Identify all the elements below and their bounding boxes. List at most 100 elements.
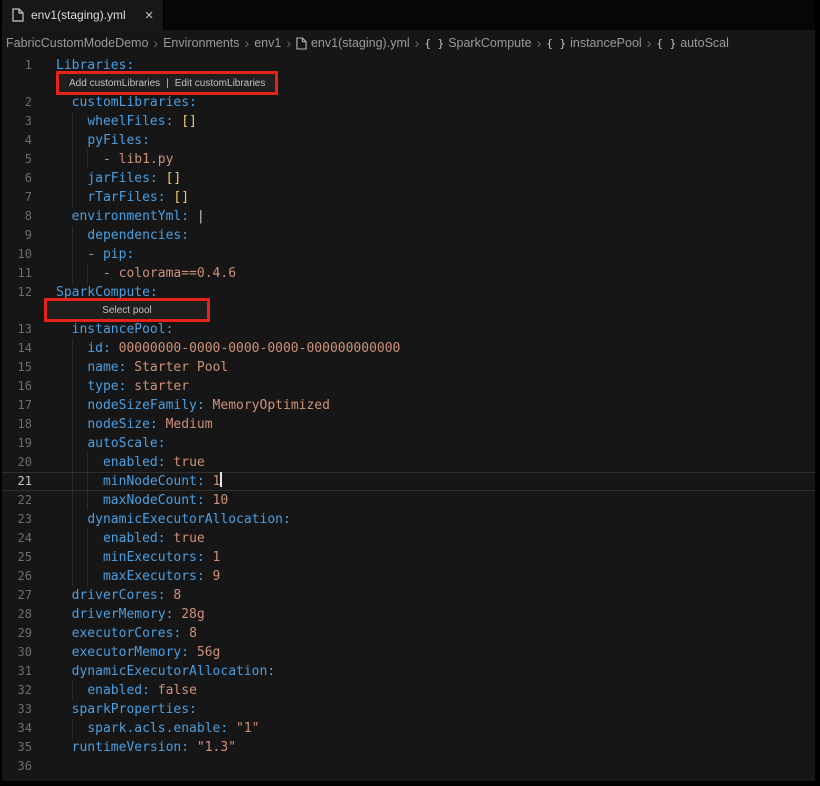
line-number: 4 xyxy=(24,133,32,147)
token-val: 8 xyxy=(173,588,182,603)
code-text[interactable]: enabled: true xyxy=(56,529,205,548)
indent-guide xyxy=(71,112,73,131)
breadcrumb-item-autoscal[interactable]: { } autoScal xyxy=(656,36,729,50)
editor[interactable]: 1 Libraries: Add customLibraries | Edit cust… xyxy=(2,56,815,781)
codelens-row: Add customLibraries | Edit customLibraries xyxy=(2,71,815,95)
code-text[interactable]: dynamicExecutorAllocation: xyxy=(56,510,291,529)
breadcrumb-separator: › xyxy=(536,35,542,51)
code-text[interactable]: enabled: true xyxy=(56,453,205,472)
code-text[interactable]: dynamicExecutorAllocation: xyxy=(56,662,276,681)
code-text[interactable]: rTarFiles: [] xyxy=(56,188,189,207)
breadcrumb: FabricCustomModeDemo › Environments › env1 › e… xyxy=(2,30,815,56)
code-line: 3 wheelFiles: [] xyxy=(2,112,815,131)
breadcrumb-label: env1 xyxy=(254,36,282,50)
indent-guide xyxy=(71,131,73,150)
code-text[interactable]: customLibraries: xyxy=(56,93,197,112)
token-key: nodeSizeFamily: xyxy=(87,398,205,413)
codelens-link-select-pool[interactable]: Select pool xyxy=(102,301,151,320)
token-key: name: xyxy=(87,360,127,375)
code-text[interactable]: - pip: xyxy=(56,245,134,264)
braces-icon: { } xyxy=(546,36,567,50)
breadcrumb-item-instancepool[interactable]: { } instancePool xyxy=(546,36,641,50)
line-number: 5 xyxy=(24,152,32,166)
indent-guide xyxy=(71,719,73,738)
token-key: enabled: xyxy=(102,531,166,546)
code-text[interactable]: wheelFiles: [] xyxy=(56,112,197,131)
line-number: 36 xyxy=(17,759,32,773)
breadcrumb-label: Environments xyxy=(163,36,240,50)
token-key: enabled: xyxy=(102,455,166,470)
token-val: 9 xyxy=(212,569,221,584)
code-line: 8 environmentYml: | xyxy=(2,207,815,226)
codelens-link-add-customlibraries[interactable]: Add customLibraries xyxy=(69,74,160,93)
breadcrumb-item-environments[interactable]: Environments xyxy=(163,36,239,50)
line-number: 32 xyxy=(17,683,32,697)
code-text[interactable]: minNodeCount: 1 xyxy=(56,472,223,491)
indent-guide xyxy=(71,510,73,529)
indent-guide xyxy=(87,264,89,283)
token-key: nodeSize: xyxy=(87,417,158,432)
breadcrumb-item-sparkcompute[interactable]: { } SparkCompute xyxy=(424,36,531,50)
code-text[interactable]: autoScale: xyxy=(56,434,166,453)
code-text[interactable]: name: Starter Pool xyxy=(56,358,228,377)
code-text[interactable]: - colorama==0.4.6 xyxy=(56,264,236,283)
code-line: 13 instancePool: xyxy=(2,320,815,339)
code-line: 10 - pip: xyxy=(2,245,815,264)
code-text[interactable]: dependencies: xyxy=(56,226,189,245)
code-line: 9 dependencies: xyxy=(2,226,815,245)
code-line: 30 executorMemory: 56g xyxy=(2,643,815,662)
code-line: 4 pyFiles: xyxy=(2,131,815,150)
breadcrumb-item-env1[interactable]: env1 xyxy=(254,36,281,50)
code-line: 6 jarFiles: [] xyxy=(2,169,815,188)
indent-guide xyxy=(87,491,89,510)
code-text[interactable]: jarFiles: [] xyxy=(56,169,181,188)
code-line: 2 customLibraries: xyxy=(2,93,815,112)
indent-guide xyxy=(71,415,73,434)
code-text[interactable]: driverCores: 8 xyxy=(56,586,182,605)
code-text[interactable]: - lib1.py xyxy=(56,150,173,169)
code-text[interactable]: driverMemory: 28g xyxy=(56,605,205,624)
token-key: wheelFiles: xyxy=(87,114,174,129)
braces-icon: { } xyxy=(424,36,445,50)
indent-guide xyxy=(71,529,73,548)
codelens-link-edit-customlibraries[interactable]: Edit customLibraries xyxy=(175,74,266,93)
code-text[interactable]: enabled: false xyxy=(56,681,197,700)
line-number: 20 xyxy=(17,455,32,469)
code-text[interactable]: executorMemory: 56g xyxy=(56,643,221,662)
token-key: executorMemory: xyxy=(71,645,190,660)
indent-guide xyxy=(71,150,73,169)
code-text[interactable]: pyFiles: xyxy=(56,131,150,150)
line-number: 8 xyxy=(24,209,32,223)
token-val: 8 xyxy=(189,626,197,641)
breadcrumb-item-env1-staging-yml[interactable]: env1(staging).yml xyxy=(296,36,410,50)
code-text[interactable]: executorCores: 8 xyxy=(56,624,197,643)
token-key: spark.acls.enable: xyxy=(87,721,229,736)
token-key: runtimeVersion: xyxy=(71,740,190,755)
code-text[interactable]: runtimeVersion: "1.3" xyxy=(56,738,236,757)
code-text[interactable]: sparkProperties: xyxy=(56,700,197,719)
breadcrumb-label: autoScal xyxy=(680,36,729,50)
code-text[interactable]: instancePool: xyxy=(56,320,174,339)
code-text[interactable]: maxExecutors: 9 xyxy=(56,567,220,586)
code-line: 25 minExecutors: 1 xyxy=(2,548,815,567)
token-val: lib1.py xyxy=(118,152,174,167)
code-text[interactable]: maxNodeCount: 10 xyxy=(56,491,228,510)
breadcrumb-item-fabriccustommodedemo[interactable]: FabricCustomModeDemo xyxy=(6,36,148,50)
breadcrumb-separator: › xyxy=(244,35,250,51)
breadcrumb-separator: › xyxy=(646,35,652,51)
braces-icon: { } xyxy=(656,36,677,50)
tab-env1-staging-yml[interactable]: env1(staging).yml × xyxy=(2,0,165,30)
token-val: 1 xyxy=(212,474,221,489)
code-text[interactable]: minExecutors: 1 xyxy=(56,548,220,567)
code-text[interactable]: spark.acls.enable: "1" xyxy=(56,719,260,738)
close-icon[interactable]: × xyxy=(145,8,154,23)
code-text[interactable]: nodeSizeFamily: MemoryOptimized xyxy=(56,396,330,415)
code-text[interactable]: nodeSize: Medium xyxy=(56,415,213,434)
code-text[interactable]: id: 00000000-0000-0000-0000-000000000000 xyxy=(56,339,400,358)
codelens-row: Select pool xyxy=(2,298,815,322)
token-bracket: [] xyxy=(173,190,190,205)
indent-guide xyxy=(71,264,73,283)
code-text[interactable]: environmentYml: | xyxy=(56,207,205,226)
code-text[interactable]: type: starter xyxy=(56,377,189,396)
token-key: customLibraries: xyxy=(71,95,197,110)
